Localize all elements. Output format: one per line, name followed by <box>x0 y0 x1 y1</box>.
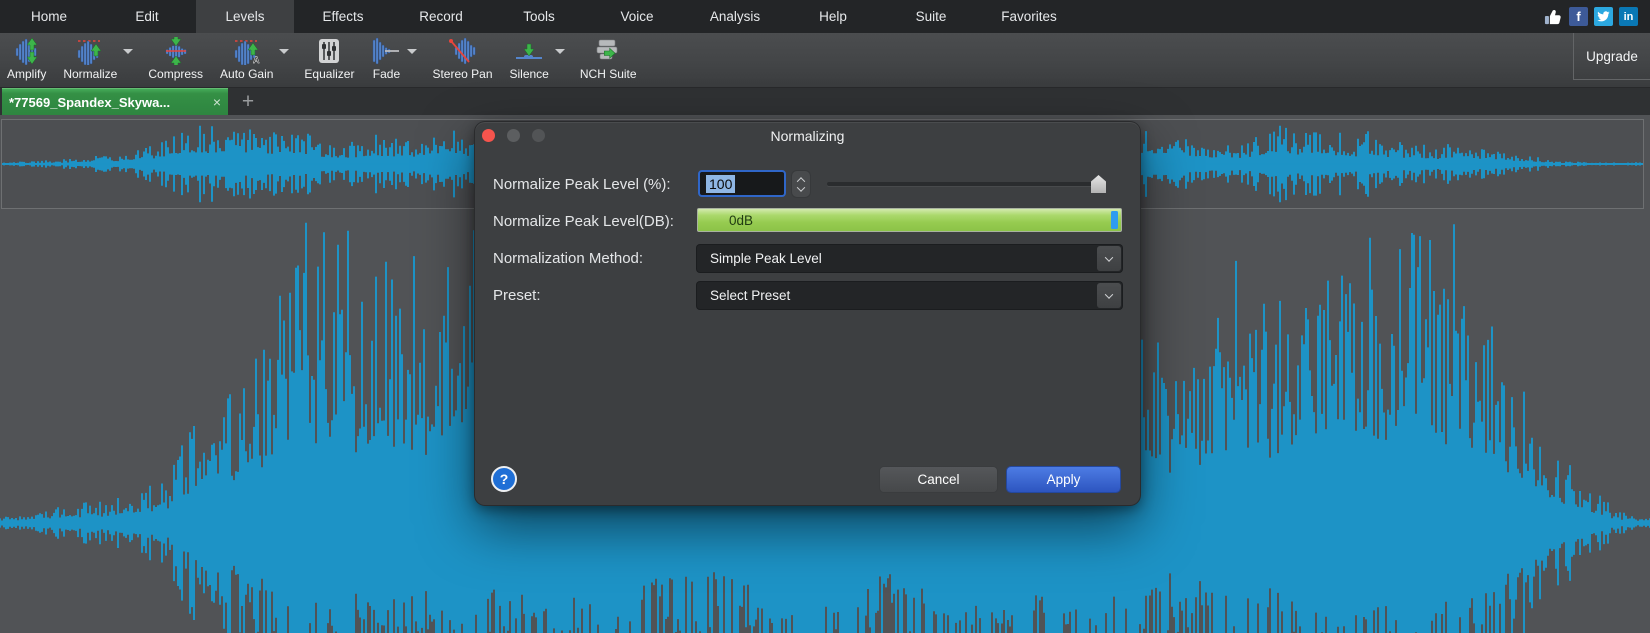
tab-bar: *77569_Spandex_Skywa... × + <box>0 88 1650 115</box>
chevron-down-icon <box>1105 253 1113 261</box>
compress-icon <box>162 37 190 65</box>
fade-icon <box>371 37 401 65</box>
like-icon[interactable] <box>1544 7 1563 26</box>
preset-value: Select Preset <box>710 288 790 303</box>
toolbar-group-compress: Compress <box>143 33 208 83</box>
help-button[interactable]: ? <box>491 466 517 492</box>
equalizer-icon <box>316 37 342 65</box>
toolbar-label: Auto Gain <box>220 67 273 81</box>
slider-knob[interactable] <box>1091 175 1106 193</box>
peak-percent-slider[interactable] <box>827 174 1097 194</box>
nch-suite-icon <box>593 37 623 65</box>
menu-item-voice[interactable]: Voice <box>588 0 686 33</box>
menu-item-analysis[interactable]: Analysis <box>686 0 784 33</box>
peak-db-handle[interactable] <box>1111 211 1118 229</box>
menu-item-home[interactable]: Home <box>0 0 98 33</box>
peak-percent-label: Normalize Peak Level (%): <box>493 176 671 193</box>
method-label: Normalization Method: <box>493 250 643 267</box>
normalizing-dialog: Normalizing Normalize Peak Level (%): 10… <box>475 122 1140 505</box>
toolbar-label: Silence <box>510 67 549 81</box>
normalize-button[interactable]: Normalize <box>58 33 122 83</box>
menu-item-edit[interactable]: Edit <box>98 0 196 33</box>
wavepad-window: HomeEditLevelsEffectsRecordToolsVoiceAna… <box>0 0 1650 633</box>
toolbar-group-silence: Silence <box>505 33 568 83</box>
menu-item-tools[interactable]: Tools <box>490 0 588 33</box>
menu-item-help[interactable]: Help <box>784 0 882 33</box>
toolbar-ribbon: Amplify Normalize Compress A Auto Gain Equali… <box>0 33 1650 88</box>
menu-bar: HomeEditLevelsEffectsRecordToolsVoiceAna… <box>0 0 1650 33</box>
menu-items: HomeEditLevelsEffectsRecordToolsVoiceAna… <box>0 0 1078 33</box>
preset-dropdown[interactable]: Select Preset <box>697 282 1122 309</box>
toolbar-label: Compress <box>148 67 203 81</box>
amplify-button[interactable]: Amplify <box>2 33 51 83</box>
toolbar-label: Stereo Pan <box>432 67 492 81</box>
fade-button[interactable]: Fade <box>366 33 406 83</box>
peak-db-meter[interactable]: 0dB <box>697 208 1122 232</box>
equalizer-button[interactable]: Equalizer <box>299 33 359 83</box>
peak-percent-input[interactable]: 100 <box>698 170 786 197</box>
toolbar-group-amplify: Amplify <box>2 33 51 83</box>
normalize-icon <box>75 37 105 65</box>
menu-item-levels[interactable]: Levels <box>196 0 294 33</box>
document-tab[interactable]: *77569_Spandex_Skywa... × <box>2 88 228 115</box>
chevron-down-icon <box>1105 290 1113 298</box>
menu-item-suite[interactable]: Suite <box>882 0 980 33</box>
toolbar-group-fade: Fade <box>366 33 420 83</box>
stepper-down-icon[interactable] <box>797 183 805 191</box>
method-value: Simple Peak Level <box>710 251 822 266</box>
peak-percent-stepper[interactable] <box>792 171 810 197</box>
menu-item-record[interactable]: Record <box>392 0 490 33</box>
toolbar-buttons: Amplify Normalize Compress A Auto Gain Equali… <box>2 33 649 87</box>
silence-icon <box>514 37 544 65</box>
auto-gain-icon: A <box>232 37 262 65</box>
toolbar-label: Normalize <box>63 67 117 81</box>
toolbar-group-normalize: Normalize <box>58 33 136 83</box>
compress-button[interactable]: Compress <box>143 33 208 83</box>
toolbar-group-stereo-pan: Stereo Pan <box>427 33 497 83</box>
svg-text:A: A <box>253 55 260 65</box>
method-dropdown[interactable]: Simple Peak Level <box>697 245 1122 272</box>
apply-button[interactable]: Apply <box>1007 467 1120 492</box>
facebook-icon[interactable]: f <box>1569 7 1588 26</box>
twitter-icon[interactable] <box>1594 7 1613 26</box>
toolbar-label: Amplify <box>7 67 46 81</box>
peak-db-label: Normalize Peak Level(DB): <box>493 213 674 230</box>
stereo-pan-icon <box>447 37 477 65</box>
toolbar-group-equalizer: Equalizer <box>299 33 359 83</box>
preset-chevron-button[interactable] <box>1097 283 1121 308</box>
new-tab-button[interactable]: + <box>228 88 268 115</box>
nch-suite-button[interactable]: NCH Suite <box>575 33 642 83</box>
peak-percent-value: 100 <box>706 175 735 193</box>
menu-item-effects[interactable]: Effects <box>294 0 392 33</box>
toolbar-label: Equalizer <box>304 67 354 81</box>
dialog-titlebar: Normalizing <box>475 122 1140 150</box>
upgrade-button[interactable]: Upgrade <box>1573 33 1650 80</box>
tab-title: *77569_Spandex_Skywa... <box>9 95 209 110</box>
toolbar-label: NCH Suite <box>580 67 637 81</box>
linkedin-icon[interactable]: in <box>1619 7 1638 26</box>
toolbar-caret-icon[interactable] <box>123 49 133 54</box>
stereo-pan-button[interactable]: Stereo Pan <box>427 33 497 83</box>
toolbar-caret-icon[interactable] <box>555 49 565 54</box>
toolbar-caret-icon[interactable] <box>279 49 289 54</box>
auto-gain-button[interactable]: A Auto Gain <box>215 33 278 83</box>
tab-close-icon[interactable]: × <box>213 95 221 109</box>
slider-track <box>827 182 1097 186</box>
method-chevron-button[interactable] <box>1097 246 1121 271</box>
menu-item-favorites[interactable]: Favorites <box>980 0 1078 33</box>
toolbar-group-auto-gain: A Auto Gain <box>215 33 292 83</box>
dialog-title: Normalizing <box>475 128 1140 144</box>
social-icons: f in <box>1544 7 1638 26</box>
help-icon: ? <box>500 471 509 487</box>
peak-db-value: 0dB <box>729 213 753 228</box>
cancel-button[interactable]: Cancel <box>880 467 997 492</box>
silence-button[interactable]: Silence <box>505 33 554 83</box>
preset-label: Preset: <box>493 287 541 304</box>
toolbar-label: Fade <box>373 67 400 81</box>
toolbar-caret-icon[interactable] <box>407 49 417 54</box>
amplify-icon <box>13 37 41 65</box>
toolbar-group-nch-suite: NCH Suite <box>575 33 642 83</box>
